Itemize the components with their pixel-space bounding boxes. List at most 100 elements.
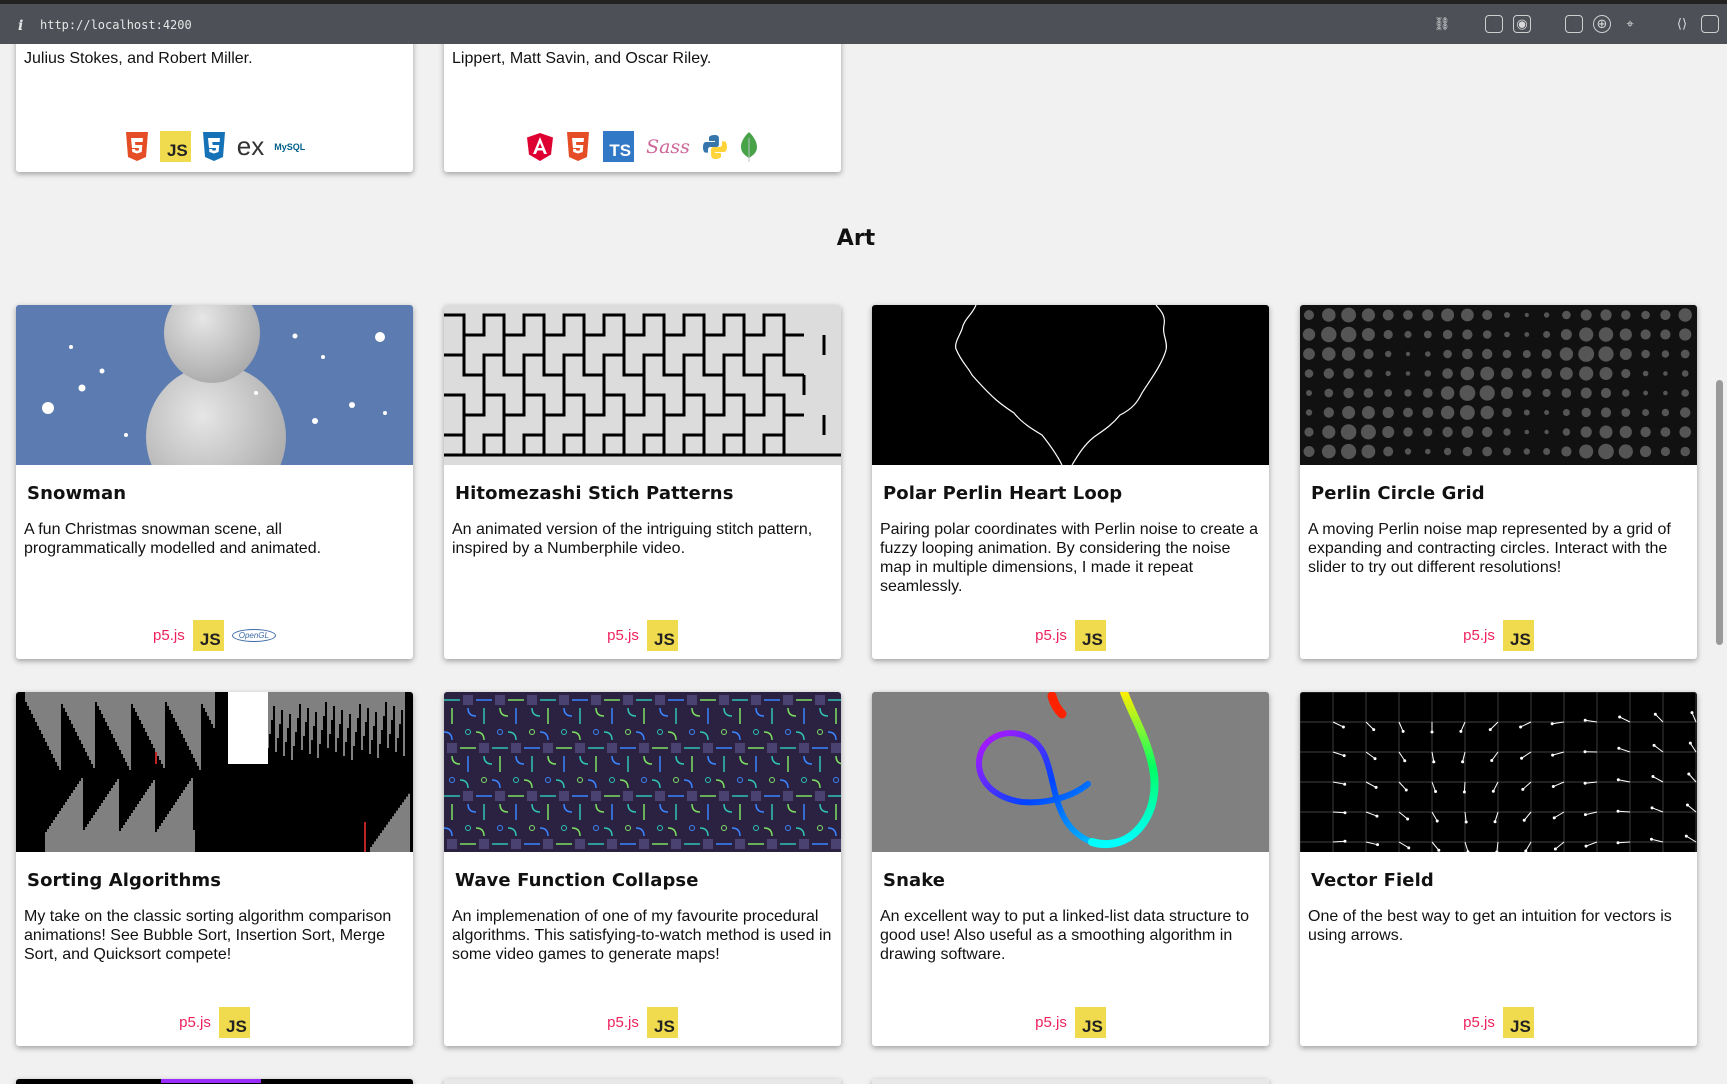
- js-icon: JS: [1502, 620, 1534, 651]
- art-card-partial-3[interactable]: [872, 1079, 1269, 1084]
- page-viewport: Julius Stokes, and Robert Miller. JS ex …: [0, 44, 1712, 1084]
- css3-icon: [202, 131, 225, 161]
- info-icon[interactable]: i: [18, 18, 23, 34]
- p5js-icon: p5.js: [1035, 627, 1067, 644]
- art-card-partial-1[interactable]: [16, 1079, 413, 1084]
- art-card-vector-field[interactable]: Vector Field One of the best way to get …: [1300, 692, 1697, 1046]
- html5-icon: [567, 131, 590, 161]
- art-card-snake[interactable]: Snake An excellent way to put a linked-l…: [872, 692, 1269, 1046]
- clipped-line: [24, 46, 405, 49]
- p5js-icon: p5.js: [179, 1014, 211, 1031]
- tech-icons: p5.js JS: [444, 1007, 841, 1038]
- card-description: An excellent way to put a linked-list da…: [880, 908, 1250, 963]
- tech-icons: p5.js JS: [444, 620, 841, 651]
- card-description: Pairing polar coordinates with Perlin no…: [880, 521, 1258, 595]
- page-scrollbar[interactable]: [1712, 44, 1727, 1084]
- tech-icons: p5.js JS OpenGL: [16, 620, 413, 651]
- section-title-art: Art: [836, 226, 876, 251]
- tech-icons: p5.js JS: [1300, 620, 1697, 651]
- art-card-partial-2[interactable]: [444, 1079, 841, 1084]
- art-card-wfc[interactable]: Wave Function Collapse An implemenation …: [444, 692, 841, 1046]
- js-icon: JS: [646, 1007, 678, 1038]
- card-thumbnail: [444, 692, 841, 852]
- card-thumbnail: [16, 305, 413, 465]
- card-thumbnail: [1300, 305, 1697, 465]
- card-title: Snake: [883, 870, 946, 891]
- project-card-top-1[interactable]: Julius Stokes, and Robert Miller. JS ex …: [16, 44, 413, 172]
- card-description: A moving Perlin noise map represented by…: [1308, 521, 1671, 576]
- card-thumbnail: [872, 305, 1269, 465]
- art-card-perlin-grid[interactable]: Perlin Circle Grid A moving Perlin noise…: [1300, 305, 1697, 659]
- thumb-detail: [161, 1079, 261, 1083]
- js-icon: JS: [159, 131, 191, 162]
- art-card-polar-perlin[interactable]: Polar Perlin Heart Loop Pairing polar co…: [872, 305, 1269, 659]
- p5js-icon: p5.js: [1035, 1014, 1067, 1031]
- card-thumbnail: [444, 305, 841, 465]
- card-description: One of the best way to get an intuition …: [1308, 908, 1672, 944]
- express-icon: ex: [236, 131, 265, 161]
- crosshair-icon[interactable]: ⌖: [1621, 15, 1639, 33]
- angular-icon: [527, 132, 554, 161]
- p5js-icon: p5.js: [153, 627, 185, 644]
- link-icon[interactable]: ⛓: [1433, 15, 1451, 33]
- card-title: Vector Field: [1311, 870, 1434, 891]
- card-description-partial: Lippert, Matt Savin, and Oscar Riley.: [452, 46, 833, 68]
- card-thumbnail: [16, 692, 413, 852]
- tech-icons: p5.js JS: [872, 1007, 1269, 1038]
- art-card-hitomezashi[interactable]: Hitomezashi Stich Patterns An animated v…: [444, 305, 841, 659]
- js-icon: JS: [1502, 1007, 1534, 1038]
- card-title: Wave Function Collapse: [455, 870, 699, 891]
- tech-icons: p5.js JS: [872, 620, 1269, 651]
- card-title: Snowman: [27, 483, 127, 504]
- card-thumbnail: [16, 1079, 413, 1084]
- camera-icon[interactable]: ◉: [1513, 15, 1531, 33]
- scrollbar-thumb[interactable]: [1716, 380, 1723, 645]
- card-thumbnail: [444, 1079, 841, 1084]
- js-icon: JS: [646, 620, 678, 651]
- tech-icons: JS ex MySQL: [16, 131, 413, 162]
- mongodb-icon: [740, 131, 757, 162]
- globe-icon[interactable]: ⊕: [1593, 15, 1611, 33]
- sass-icon: Sass: [646, 135, 690, 158]
- card-visible-line: Lippert, Matt Savin, and Oscar Riley.: [452, 50, 712, 67]
- card-description: A fun Christmas snowman scene, all progr…: [24, 521, 322, 557]
- url-bar[interactable]: http://localhost:4200: [40, 18, 192, 32]
- p5js-icon: p5.js: [1463, 1014, 1495, 1031]
- js-icon: JS: [1074, 1007, 1106, 1038]
- html5-icon: [125, 131, 148, 161]
- card-title: Polar Perlin Heart Loop: [883, 483, 1123, 504]
- card-thumbnail: [1300, 692, 1697, 852]
- card-description: An implemenation of one of my favourite …: [452, 908, 832, 963]
- card-title: Sorting Algorithms: [27, 870, 222, 891]
- card-thumbnail: [872, 692, 1269, 852]
- tech-icons: p5.js JS: [16, 1007, 413, 1038]
- typescript-icon: TS: [603, 131, 635, 162]
- tech-icons: p5.js JS: [1300, 1007, 1697, 1038]
- p5js-icon: p5.js: [607, 627, 639, 644]
- art-card-sorting[interactable]: Sorting Algorithms My take on the classi…: [16, 692, 413, 1046]
- art-card-snowman[interactable]: Snowman A fun Christmas snowman scene, a…: [16, 305, 413, 659]
- js-icon: JS: [1074, 620, 1106, 651]
- python-icon: [702, 134, 727, 159]
- card-visible-line: Julius Stokes, and Robert Miller.: [24, 50, 253, 67]
- clipped-line: [452, 46, 833, 49]
- card-description: My take on the classic sorting algorithm…: [24, 908, 392, 963]
- sidebar-icon[interactable]: [1701, 15, 1719, 33]
- browser-toolbar: i http://localhost:4200 ⛓ ◉ ⊕ ⌖ ⟨⟩: [0, 0, 1727, 44]
- code-icon[interactable]: ⟨⟩: [1673, 15, 1691, 33]
- p5js-icon: p5.js: [1463, 627, 1495, 644]
- terminal-icon[interactable]: [1565, 15, 1583, 33]
- card-title: Perlin Circle Grid: [1311, 483, 1485, 504]
- tech-icons: TS Sass: [444, 131, 841, 162]
- opengl-icon: OpenGL: [231, 629, 276, 642]
- dock-icon[interactable]: [1485, 15, 1503, 33]
- card-thumbnail: [872, 1079, 1269, 1084]
- project-card-top-2[interactable]: Lippert, Matt Savin, and Oscar Riley. TS…: [444, 44, 841, 172]
- js-icon: JS: [218, 1007, 250, 1038]
- toolbar-tools: ⛓ ◉ ⊕ ⌖ ⟨⟩: [1433, 15, 1719, 33]
- js-icon: JS: [192, 620, 224, 651]
- card-description-partial: Julius Stokes, and Robert Miller.: [24, 46, 405, 68]
- card-description: An animated version of the intriguing st…: [452, 521, 813, 557]
- p5js-icon: p5.js: [607, 1014, 639, 1031]
- mysql-icon: MySQL: [274, 141, 306, 152]
